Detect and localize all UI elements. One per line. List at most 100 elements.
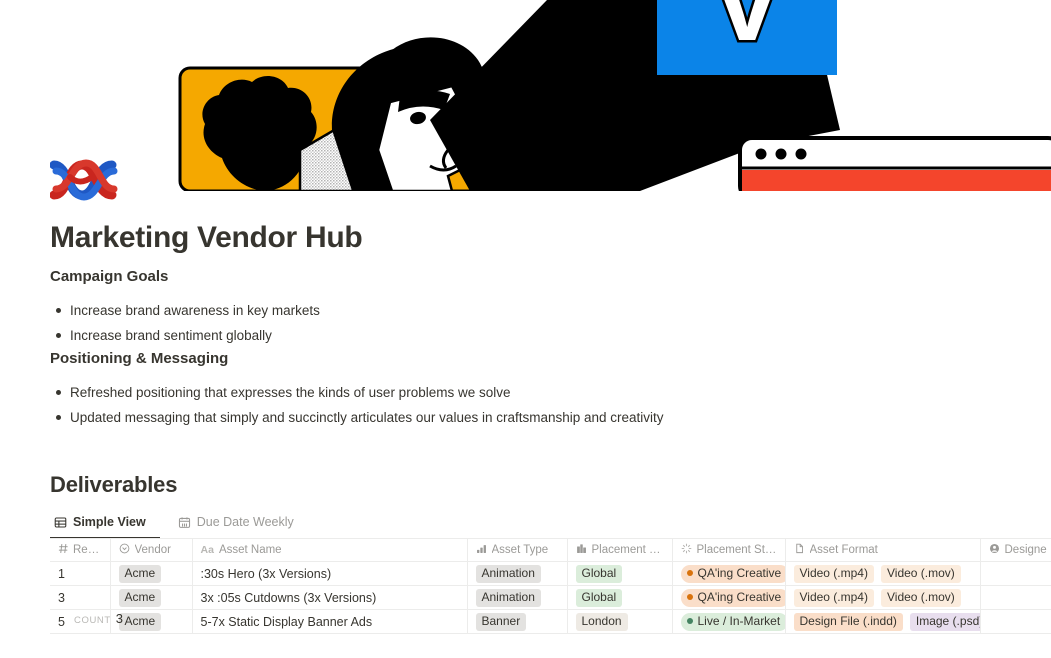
- tab-label: Due Date Weekly: [196, 515, 294, 529]
- file-icon: [794, 543, 805, 557]
- column-label: Asset Format: [809, 544, 878, 556]
- cell-placement-city: Global: [567, 585, 673, 610]
- spinner-icon: [681, 543, 692, 557]
- cell-asset-type: Banner: [467, 609, 568, 634]
- svg-text:V: V: [710, 0, 783, 64]
- hero-illustration: V: [0, 0, 1051, 191]
- list-item: Updated messaging that simply and succin…: [50, 405, 950, 430]
- placement-city-tag: Global: [575, 588, 623, 607]
- column-header-designer[interactable]: Designe: [980, 538, 1051, 562]
- table-row[interactable]: 5 Acme 5-7x Static Display Banner Ads Ba…: [50, 609, 1051, 634]
- list-item: Increase brand sentiment globally: [50, 323, 950, 348]
- column-label: Designe: [1004, 544, 1047, 556]
- asset-format-tag: Image (.psd): [909, 612, 979, 631]
- table-grid-icon: [54, 516, 67, 529]
- column-label: Placement Status: [696, 544, 777, 556]
- tab-simple-view[interactable]: Simple View: [50, 511, 160, 539]
- status-dot-icon: [686, 594, 693, 600]
- cell-asset-name: 3x :05s Cutdowns (3x Versions): [192, 585, 468, 610]
- deliverables-table: Refere... Vendor: [50, 538, 1051, 634]
- deliverables-table-wrapper: Refere... Vendor: [50, 538, 1051, 634]
- cell-placement-status: Live / In-Market: [672, 609, 786, 634]
- status-dot-icon: [686, 618, 693, 624]
- asset-format-tag: Video (.mov): [880, 588, 961, 607]
- column-header-reference[interactable]: Refere...: [50, 538, 111, 562]
- tab-due-date-weekly[interactable]: Due Date Weekly: [174, 511, 304, 539]
- column-header-vendor[interactable]: Vendor: [110, 538, 193, 562]
- asset-format-tag: Video (.mov): [880, 564, 961, 583]
- vendor-tag: Acme: [118, 564, 162, 583]
- cell-vendor: Acme: [110, 561, 193, 586]
- vendor-tag: Acme: [118, 588, 162, 607]
- bar-chart-icon: [476, 543, 487, 557]
- select-circle-icon: [119, 543, 130, 557]
- count-label: COUNT: [74, 615, 111, 626]
- status-dot-icon: [686, 570, 693, 576]
- section-heading-positioning-messaging: Positioning & Messaging: [50, 350, 229, 367]
- table-row[interactable]: 3 Acme 3x :05s Cutdowns (3x Versions) An…: [50, 585, 1051, 610]
- cell-placement-status: QA'ing Creative: [672, 585, 786, 610]
- cell-asset-type: Animation: [467, 585, 568, 610]
- asset-type-tag: Banner: [475, 612, 527, 631]
- notion-page: V Marketing Vendor Hub Campaign Goals In…: [0, 0, 1051, 658]
- count-value: 3: [115, 611, 124, 626]
- status-label: Live / In-Market: [697, 613, 781, 628]
- page-title: Marketing Vendor Hub: [50, 221, 363, 254]
- table-header-row: Refere... Vendor: [50, 538, 1051, 562]
- placement-city-tag: Global: [575, 564, 623, 583]
- column-header-asset-name[interactable]: Aa Asset Name: [192, 538, 468, 562]
- section-heading-campaign-goals: Campaign Goals: [50, 268, 169, 285]
- placement-status-pill: QA'ing Creative: [680, 564, 784, 583]
- cell-asset-format: Video (.mp4) Video (.mov): [785, 561, 981, 586]
- cell-reference: 3: [50, 585, 111, 610]
- campaign-goals-list: Increase brand awareness in key markets …: [50, 298, 950, 348]
- building-icon: [576, 543, 587, 557]
- cell-designer: [980, 609, 1051, 634]
- table-footer-count[interactable]: COUNT 3: [50, 611, 123, 626]
- asset-format-tag: Video (.mp4): [793, 564, 874, 583]
- placement-status-pill: QA'ing Creative: [680, 588, 784, 607]
- column-header-asset-format[interactable]: Asset Format: [785, 538, 981, 562]
- column-label: Asset Type: [491, 544, 549, 556]
- cell-asset-format: Design File (.indd) Image (.psd): [785, 609, 981, 634]
- person-circle-icon: [989, 543, 1000, 557]
- column-label: Asset Name: [218, 544, 282, 556]
- cell-placement-city: Global: [567, 561, 673, 586]
- cell-asset-name: 5-7x Static Display Banner Ads: [192, 609, 468, 634]
- column-label: Refere...: [73, 544, 102, 556]
- cell-reference: 1: [50, 561, 111, 586]
- list-item: Increase brand awareness in key markets: [50, 298, 950, 323]
- calendar-icon: [178, 516, 191, 529]
- cell-asset-type: Animation: [467, 561, 568, 586]
- braided-rope-icon: [49, 157, 120, 203]
- column-header-placement-status[interactable]: Placement Status: [672, 538, 786, 562]
- status-label: QA'ing Creative: [697, 589, 782, 604]
- asset-type-tag: Animation: [475, 588, 541, 607]
- view-tabs: Simple View Due Date Weekly: [50, 511, 304, 539]
- status-label: QA'ing Creative: [697, 565, 782, 580]
- deliverables-heading: Deliverables: [50, 472, 178, 497]
- placement-status-pill: Live / In-Market: [680, 612, 784, 631]
- cell-vendor: Acme: [110, 585, 193, 610]
- column-header-asset-type[interactable]: Asset Type: [467, 538, 568, 562]
- asset-type-tag: Animation: [475, 564, 541, 583]
- cell-designer: [980, 585, 1051, 610]
- asset-format-tag: Design File (.indd): [793, 612, 903, 631]
- cell-placement-city: London: [567, 609, 673, 634]
- cell-designer: [980, 561, 1051, 586]
- cell-asset-name: :30s Hero (3x Versions): [192, 561, 468, 586]
- asset-format-tag: Video (.mp4): [793, 588, 874, 607]
- cell-placement-status: QA'ing Creative: [672, 561, 786, 586]
- column-label: Vendor: [134, 544, 171, 556]
- vendor-tag: Acme: [118, 612, 162, 631]
- list-item: Refreshed positioning that expresses the…: [50, 380, 950, 405]
- positioning-messaging-list: Refreshed positioning that expresses the…: [50, 380, 950, 430]
- tab-label: Simple View: [73, 515, 146, 529]
- column-label: Placement City: [591, 544, 664, 556]
- table-row[interactable]: 1 Acme :30s Hero (3x Versions) Animation…: [50, 561, 1051, 586]
- cell-asset-format: Video (.mp4) Video (.mov): [785, 585, 981, 610]
- text-aa-icon: Aa: [200, 543, 214, 556]
- hash-icon: [58, 543, 69, 557]
- placement-city-tag: London: [575, 612, 628, 631]
- column-header-placement-city[interactable]: Placement City: [567, 538, 673, 562]
